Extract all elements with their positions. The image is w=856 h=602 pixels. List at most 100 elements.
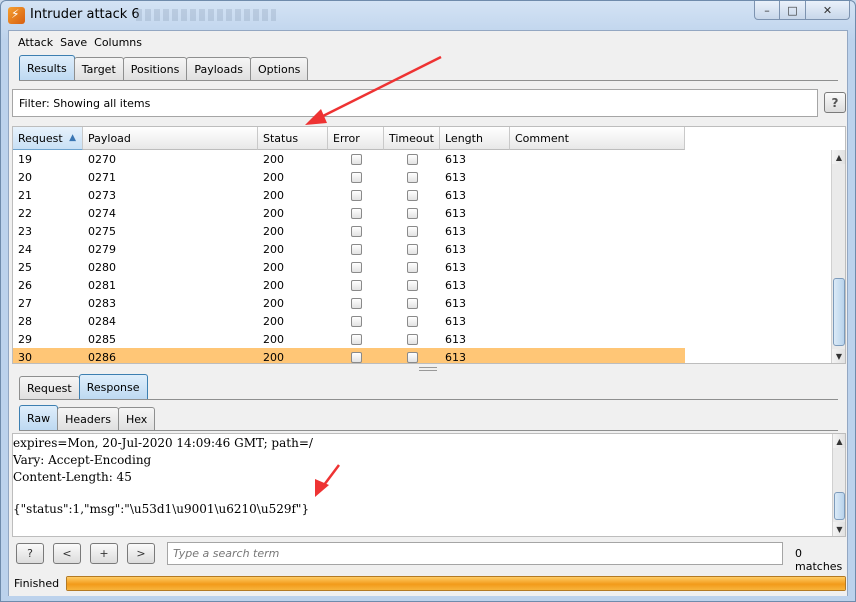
scroll-down-arrow-icon[interactable]: ▼ (832, 349, 845, 363)
length-cell: 613 (445, 242, 466, 256)
attack-progress-bar (66, 576, 846, 591)
close-button[interactable]: ✕ (806, 1, 850, 20)
timeout-checkbox[interactable] (406, 279, 418, 291)
pane-splitter-handle[interactable] (419, 367, 437, 371)
match-count: 0 matches (795, 547, 843, 573)
title-bar[interactable]: Intruder attack 6 – □ ✕ (1, 1, 855, 29)
status-cell: 200 (263, 170, 284, 184)
timeout-checkbox[interactable] (406, 297, 418, 309)
error-checkbox[interactable] (350, 207, 362, 219)
error-checkbox[interactable] (350, 279, 362, 291)
timeout-checkbox[interactable] (406, 153, 418, 165)
error-checkbox[interactable] (350, 189, 362, 201)
table-row[interactable]: 23 0275 200 613 (13, 222, 685, 240)
scroll-down-arrow-icon[interactable]: ▼ (833, 522, 845, 536)
tab-hex[interactable]: Hex (117, 407, 156, 431)
error-cell (328, 276, 384, 294)
tab-response[interactable]: Response (78, 374, 148, 400)
scroll-thumb[interactable] (833, 278, 845, 346)
error-checkbox[interactable] (350, 297, 362, 309)
request-cell: 22 (18, 206, 32, 220)
table-row[interactable]: 28 0284 200 613 (13, 312, 685, 330)
table-row[interactable]: 24 0279 200 613 (13, 240, 685, 258)
menu-attack[interactable]: Attack (18, 36, 53, 49)
menu-save[interactable]: Save (60, 36, 87, 49)
timeout-checkbox[interactable] (406, 261, 418, 273)
response-scrollbar[interactable]: ▲ ▼ (832, 434, 845, 536)
tab-raw[interactable]: Raw (19, 405, 59, 431)
table-row[interactable]: 21 0273 200 613 (13, 186, 685, 204)
column-header-timeout[interactable]: Timeout (384, 127, 440, 150)
timeout-cell (384, 186, 440, 204)
error-checkbox[interactable] (350, 171, 362, 183)
table-scrollbar[interactable]: ▲ ▼ (831, 150, 845, 363)
timeout-checkbox[interactable] (406, 207, 418, 219)
payload-cell: 0270 (88, 152, 116, 166)
request-cell: 19 (18, 152, 32, 166)
table-row[interactable]: 30 0286 200 613 (13, 348, 685, 364)
scroll-up-arrow-icon[interactable]: ▲ (832, 150, 845, 164)
tab-options[interactable]: Options (249, 57, 309, 81)
error-checkbox[interactable] (350, 153, 362, 165)
maximize-button[interactable]: □ (780, 1, 806, 20)
timeout-checkbox[interactable] (406, 315, 418, 327)
table-row[interactable]: 26 0281 200 613 (13, 276, 685, 294)
column-header-request[interactable]: Request ▲ (13, 127, 83, 150)
timeout-checkbox[interactable] (406, 189, 418, 201)
table-row[interactable]: 29 0285 200 613 (13, 330, 685, 348)
column-header-comment[interactable]: Comment (510, 127, 685, 150)
error-checkbox[interactable] (350, 333, 362, 345)
timeout-cell (384, 294, 440, 312)
search-input[interactable] (167, 542, 783, 565)
payload-cell: 0275 (88, 224, 116, 238)
minimize-button[interactable]: – (754, 1, 780, 20)
scroll-up-arrow-icon[interactable]: ▲ (833, 434, 845, 448)
previous-match-button[interactable]: < (53, 543, 81, 564)
timeout-checkbox[interactable] (406, 243, 418, 255)
tab-payloads[interactable]: Payloads (186, 57, 251, 81)
table-row[interactable]: 22 0274 200 613 (13, 204, 685, 222)
filter-help-button[interactable]: ? (824, 92, 846, 113)
timeout-cell (384, 204, 440, 222)
response-viewer[interactable]: expires=Mon, 20-Jul-2020 14:09:46 GMT; p… (12, 433, 846, 537)
column-header-error[interactable]: Error (328, 127, 384, 150)
timeout-checkbox[interactable] (406, 333, 418, 345)
menu-columns[interactable]: Columns (94, 36, 142, 49)
error-checkbox[interactable] (350, 315, 362, 327)
next-match-button[interactable]: > (127, 543, 155, 564)
tab-headers[interactable]: Headers (57, 407, 119, 431)
table-row[interactable]: 25 0280 200 613 (13, 258, 685, 276)
table-row[interactable]: 19 0270 200 613 (13, 150, 685, 168)
table-row[interactable]: 27 0283 200 613 (13, 294, 685, 312)
timeout-checkbox[interactable] (406, 225, 418, 237)
status-cell: 200 (263, 350, 284, 364)
table-row[interactable]: 20 0271 200 613 (13, 168, 685, 186)
timeout-checkbox[interactable] (406, 171, 418, 183)
tab-results[interactable]: Results (19, 55, 75, 81)
comment-cell (510, 294, 685, 312)
timeout-cell (384, 222, 440, 240)
status-cell: 200 (263, 224, 284, 238)
scroll-thumb[interactable] (834, 492, 845, 520)
tab-divider (19, 80, 838, 81)
column-header-length[interactable]: Length (440, 127, 510, 150)
column-header-status[interactable]: Status (258, 127, 328, 150)
timeout-checkbox[interactable] (406, 351, 418, 363)
tab-divider (19, 430, 838, 431)
error-checkbox[interactable] (350, 261, 362, 273)
error-checkbox[interactable] (350, 243, 362, 255)
response-line: Vary: Accept-Encoding (13, 453, 152, 467)
status-cell: 200 (263, 296, 284, 310)
tab-target[interactable]: Target (73, 57, 124, 81)
error-checkbox[interactable] (350, 351, 362, 363)
status-cell: 200 (263, 152, 284, 166)
tab-positions[interactable]: Positions (122, 57, 188, 81)
add-match-button[interactable]: + (90, 543, 118, 564)
length-cell: 613 (445, 314, 466, 328)
filter-bar[interactable]: Filter: Showing all items (12, 89, 818, 117)
payload-cell: 0273 (88, 188, 116, 202)
search-help-button[interactable]: ? (16, 543, 44, 564)
column-header-payload[interactable]: Payload (83, 127, 258, 150)
tab-request[interactable]: Request (19, 376, 80, 400)
error-checkbox[interactable] (350, 225, 362, 237)
